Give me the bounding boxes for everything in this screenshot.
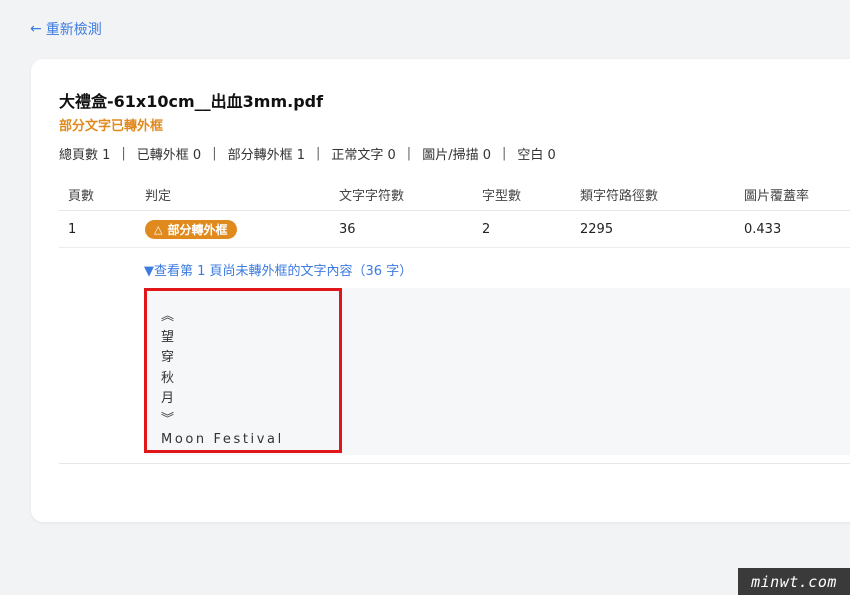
warning-triangle-icon: △ [154,222,163,236]
table-header: 頁數 判定 文字字符數 字型數 類字符路徑數 圖片覆蓋率 [59,178,850,211]
result-card: 大禮盒-61x10cm__出血3mm.pdf 部分文字已轉外框 總頁數 1 | … [31,59,850,522]
show-unoutlined-text-toggle[interactable]: ▼查看第 1 頁尚未轉外框的文字內容（36 字） [144,260,412,279]
back-button[interactable]: ← 重新檢測 [30,19,102,39]
text-line: 穿 [161,350,175,365]
extracted-text: ︽ 望 穿 秋 月 ︾ Moon Festival [161,307,284,451]
cell-image-coverage: 0.433 [744,221,782,237]
header-image-coverage: 圖片覆蓋率 [744,188,810,204]
table-row: 1 △ 部分轉外框 36 2 2295 0.433 [59,211,850,248]
header-glyph-paths: 類字符路徑數 [580,188,659,204]
text-line: Moon Festival [161,432,284,447]
unoutlined-text-panel: ︽ 望 穿 秋 月 ︾ Moon Festival [144,288,850,455]
summary-separator: | [316,146,321,161]
cell-char-count: 36 [339,221,356,237]
text-line: ︾ [161,411,175,427]
summary-total-pages: 總頁數 1 [59,148,111,163]
verdict-badge: △ 部分轉外框 [145,219,238,239]
header-page: 頁數 [68,188,95,204]
text-line: 秋 [161,370,175,386]
summary-separator: | [212,146,217,161]
divider [59,463,850,464]
summary-normal-text: 正常文字 0 [331,148,396,163]
highlight-box: ︽ 望 穿 秋 月 ︾ Moon Festival [144,288,342,453]
header-char-count: 文字字符數 [339,188,405,204]
summary-stats: 總頁數 1 | 已轉外框 0 | 部分轉外框 1 | 正常文字 0 | 圖片/掃… [59,144,556,163]
verdict-badge-label: 部分轉外框 [167,222,228,237]
summary-outlined: 已轉外框 0 [136,148,202,163]
summary-partial-outlined: 部分轉外框 1 [227,148,305,163]
text-line: ︽ [161,309,175,324]
cell-page: 1 [68,221,77,237]
header-verdict: 判定 [145,188,172,204]
text-line: 月 [161,391,175,406]
summary-images: 圖片/掃描 0 [422,148,491,163]
text-line: 望 [161,329,175,345]
summary-separator: | [406,146,412,161]
watermark: minwt.com [738,568,850,595]
arrow-left-icon: ← [30,21,42,37]
back-button-label: 重新檢測 [45,22,102,38]
cell-font-count: 2 [482,221,491,237]
summary-separator: | [121,146,126,161]
header-font-count: 字型數 [482,188,522,204]
summary-blank: 空白 0 [517,148,556,163]
file-title: 大禮盒-61x10cm__出血3mm.pdf [59,92,324,111]
summary-separator: | [501,146,507,161]
file-status: 部分文字已轉外框 [59,119,164,134]
cell-glyph-paths: 2295 [580,221,614,237]
cell-verdict: △ 部分轉外框 [145,211,238,247]
